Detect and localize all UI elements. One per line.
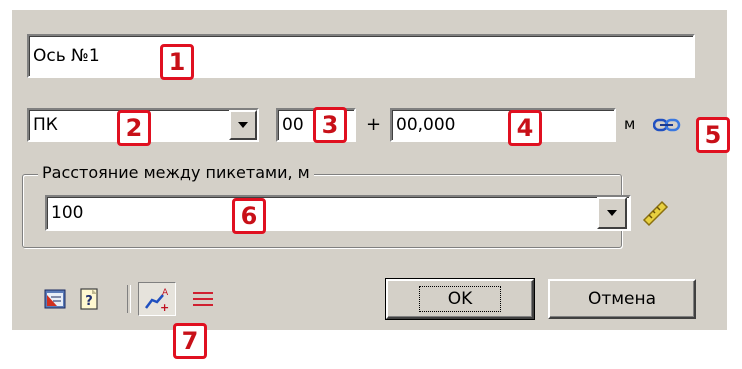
callout-badge-2: 2: [117, 110, 151, 146]
picket-number-value: 00: [282, 114, 304, 135]
parallel-lines-icon[interactable]: [190, 288, 216, 310]
picket-offset-input[interactable]: 00,000: [390, 108, 616, 142]
picket-spacing-value: 100: [51, 202, 84, 223]
cancel-button-label: Отмена: [587, 289, 657, 309]
chevron-down-icon: [238, 122, 248, 128]
chevron-down-icon: [607, 210, 617, 216]
callout-badge-6: 6: [232, 198, 266, 234]
help-question-icon[interactable]: ?: [77, 287, 101, 311]
link-chain-icon[interactable]: [653, 117, 681, 133]
picket-prefix-value: ПК: [33, 114, 58, 135]
picket-spacing-legend: Расстояние между пикетами, м: [38, 163, 314, 182]
axis-annotate-icon: A +: [145, 288, 169, 312]
cancel-button[interactable]: Отмена: [548, 279, 696, 319]
ok-button-label: OK: [418, 286, 502, 312]
axis-name-value: Ось №1: [33, 45, 100, 66]
ok-button[interactable]: OK: [385, 278, 535, 320]
callout-badge-7: 7: [173, 323, 207, 359]
svg-text:?: ?: [85, 294, 93, 309]
picket-spacing-select[interactable]: 100: [45, 195, 631, 231]
svg-text:+: +: [160, 301, 169, 312]
callout-badge-3: 3: [313, 107, 347, 143]
callout-badge-1: 1: [160, 44, 194, 80]
plus-sign: +: [366, 114, 382, 135]
callout-badge-4: 4: [508, 110, 542, 146]
table-settings-icon[interactable]: [43, 287, 67, 311]
axis-annotate-toggle[interactable]: A +: [138, 282, 176, 316]
picket-spacing-dropdown-button[interactable]: [597, 197, 627, 229]
toolbar-separator: [127, 285, 131, 313]
svg-text:A: A: [162, 288, 169, 298]
unit-label: м: [624, 115, 636, 133]
axis-name-input[interactable]: Ось №1: [27, 34, 695, 78]
ruler-measure-icon[interactable]: [640, 198, 670, 228]
picket-offset-value: 00,000: [396, 114, 456, 135]
picket-prefix-dropdown-button[interactable]: [229, 110, 257, 140]
callout-badge-5: 5: [696, 117, 730, 153]
